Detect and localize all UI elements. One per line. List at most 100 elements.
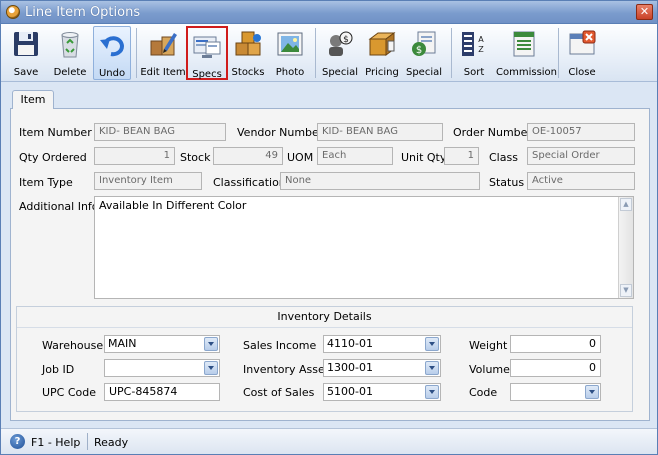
pricing-button[interactable]: Pricing [363,26,401,80]
specs-label: Specs [192,69,222,80]
qty-ordered-field[interactable]: 1 [94,147,175,165]
code-label: Code [469,386,498,399]
toolbar-separator [558,28,559,78]
save-button[interactable]: Save [5,26,47,80]
svg-text:Z: Z [478,45,484,54]
specs-icon [193,36,221,58]
commission-icon [513,31,535,57]
order-number-field[interactable]: OE-10057 [527,123,635,141]
chevron-down-icon[interactable] [425,361,439,375]
stock-field[interactable]: 49 [213,147,283,165]
additional-info-scrollbar[interactable]: ▲ ▼ [618,197,633,298]
close-window-icon [569,30,596,55]
app-icon [6,5,20,19]
save-label: Save [13,67,39,78]
additional-info-text: Available In Different Color [99,199,247,212]
item-number-field[interactable]: KID- BEAN BAG [94,123,226,141]
volume-label: Volume [469,363,510,376]
photo-icon [277,32,303,56]
volume-field[interactable]: 0 [510,359,601,377]
unit-qty-field[interactable]: 1 [444,147,479,165]
job-id-select[interactable] [104,359,220,377]
window-title: Line Item Options [25,5,141,20]
inventory-details-title: Inventory Details [277,310,372,323]
item-type-label: Item Type [19,176,73,189]
chevron-down-icon[interactable] [425,385,439,399]
order-number-label: Order Number [453,126,532,139]
upc-code-label: UPC Code [42,386,97,399]
code-select[interactable] [510,383,601,401]
warehouse-select[interactable]: MAIN [104,335,220,353]
classification-label: Classification [213,176,286,189]
stocks-label: Stocks [231,67,265,78]
uom-field[interactable]: Each [317,147,393,165]
sales-income-label: Sales Income [243,339,317,352]
inventory-details-divider [17,327,632,328]
chevron-down-icon[interactable] [204,361,218,375]
specs-button[interactable]: Specs [186,26,228,80]
classification-field[interactable]: None [280,172,480,190]
sales-income-select[interactable]: 4110-01 [323,335,441,353]
warehouse-label: Warehouse [42,339,104,352]
status-separator [87,433,88,450]
special-button[interactable]: $ Special [319,26,361,80]
photo-button[interactable]: Photo [269,26,311,80]
sort-button[interactable]: A Z Sort [455,26,493,80]
upc-code-field[interactable]: UPC-845874 [104,383,220,401]
svg-text:$: $ [416,45,422,56]
edit-item-label: Edit Item [140,67,186,78]
item-number-label: Item Number [19,126,92,139]
stocks-button[interactable]: Stocks [228,26,268,80]
commission-label: Commission [496,67,558,78]
toolbar-separator [136,28,137,78]
vendor-number-label: Vendor Number [237,126,324,139]
photo-label: Photo [275,67,305,78]
window-close-button[interactable]: ✕ [636,4,653,20]
status-text: Ready [94,436,129,449]
inventory-assets-select[interactable]: 1300-01 [323,359,441,377]
undo-button[interactable]: Undo [93,26,131,80]
stock-label: Stock [180,151,211,164]
close-button[interactable]: Close [562,26,602,80]
sort-label: Sort [463,67,485,78]
class-field[interactable]: Special Order [527,147,635,165]
status-bar: ? F1 - Help Ready [1,428,657,454]
cost-of-sales-value: 5100-01 [327,385,373,398]
stocks-boxes-icon [235,31,261,56]
status-field[interactable]: Active [527,172,635,190]
line-item-options-window: Line Item Options ✕ Save Delete Undo Edi… [0,0,658,455]
job-id-label: Job ID [42,363,75,376]
pricing-label: Pricing [365,67,399,78]
cost-of-sales-select[interactable]: 5100-01 [323,383,441,401]
chevron-down-icon[interactable] [425,337,439,351]
help-shortcut-text[interactable]: F1 - Help [31,436,80,449]
scroll-down-arrow-icon[interactable]: ▼ [620,284,632,297]
qty-ordered-label: Qty Ordered [19,151,87,164]
cost-of-sales-label: Cost of Sales [243,386,315,399]
toolbar-separator [451,28,452,78]
special-document-icon: $ [412,31,436,56]
tab-item[interactable]: Item [12,90,54,109]
special-document-label: Special [405,67,443,78]
close-label: Close [568,67,596,78]
item-type-field[interactable]: Inventory Item [94,172,202,190]
class-label: Class [489,151,518,164]
scroll-up-arrow-icon[interactable]: ▲ [620,198,632,211]
title-bar[interactable]: Line Item Options ✕ [1,1,657,24]
toolbar: Save Delete Undo Edit Item Specs Stocks … [1,24,657,82]
vendor-number-field[interactable]: KID- BEAN BAG [317,123,443,141]
chevron-down-icon[interactable] [204,337,218,351]
special-label: Special [321,67,359,78]
undo-label: Undo [98,68,126,79]
commission-button[interactable]: Commission [496,26,558,80]
chevron-down-icon[interactable] [585,385,599,399]
special-document-button[interactable]: $ Special [403,26,445,80]
toolbar-separator [315,28,316,78]
additional-info-textarea[interactable]: Available In Different Color ▲ ▼ [94,196,634,299]
help-icon[interactable]: ? [10,434,25,449]
sales-income-value: 4110-01 [327,337,373,350]
floppy-disk-icon [14,32,38,56]
edit-item-button[interactable]: Edit Item [140,26,186,80]
delete-button[interactable]: Delete [49,26,91,80]
weight-field[interactable]: 0 [510,335,601,353]
